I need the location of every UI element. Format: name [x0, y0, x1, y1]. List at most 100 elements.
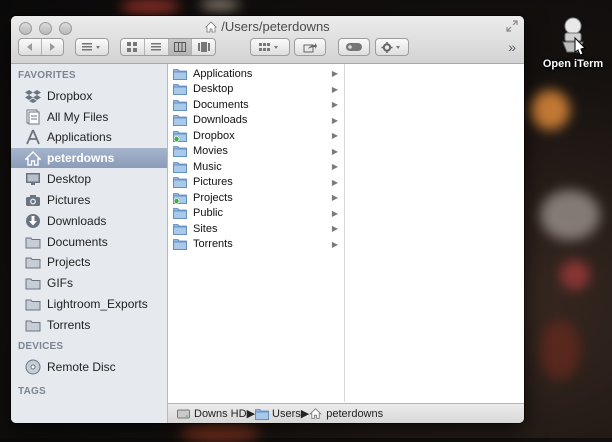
arrange-button[interactable]: [75, 38, 109, 56]
disclosure-arrow-icon: ▶: [331, 131, 338, 140]
background-light: [180, 422, 260, 442]
column-item-label: Projects: [193, 191, 233, 204]
open-iterm-label: Open iTerm: [542, 58, 604, 70]
folder-icon: [25, 254, 41, 270]
disclosure-arrow-icon: ▶: [331, 146, 338, 156]
folder-icon: [173, 68, 187, 80]
list-view-button[interactable]: [145, 39, 169, 55]
column-item-applications[interactable]: Applications ▶: [168, 66, 344, 81]
column-item-pictures[interactable]: Pictures ▶: [168, 175, 344, 190]
column-item-dropbox[interactable]: Dropbox ▶: [168, 128, 344, 143]
share-icon: [303, 42, 317, 52]
sidebar-item-dropbox[interactable]: Dropbox: [11, 86, 167, 106]
sidebar-item-torrents[interactable]: Torrents: [11, 315, 167, 335]
toolbar-overflow-button[interactable]: »: [508, 39, 516, 55]
list-view-icon: [151, 43, 162, 51]
path-segment-label: peterdowns: [326, 407, 384, 420]
folder-icon: [173, 83, 187, 95]
column-item-label: Public: [193, 207, 223, 219]
icon-view-button[interactable]: [121, 39, 145, 55]
sidebar-item-label: Lightroom_Exports: [47, 297, 148, 311]
icon-view-icon: [127, 42, 138, 52]
all-files-icon: [25, 109, 41, 125]
title-bar: /Users/peterdowns »: [11, 16, 524, 64]
open-iterm-desktop-item[interactable]: Open iTerm: [540, 16, 606, 70]
column-item-public[interactable]: Public ▶: [168, 206, 344, 221]
path-segment-downs-hd[interactable]: Downs HD: [177, 408, 247, 420]
back-forward-control: [18, 38, 64, 56]
disclosure-arrow-icon: ▶: [331, 193, 338, 202]
sidebar-item-label: All My Files: [47, 110, 109, 124]
column-item-label: Desktop: [193, 83, 234, 95]
column-item-projects[interactable]: Projects ▶: [168, 190, 344, 205]
camera-icon: [25, 192, 41, 208]
sidebar-item-gifs[interactable]: GIFs: [11, 273, 167, 293]
column-browser-column-2: [345, 64, 524, 402]
path-bar: Downs HD ▶ Users ▶ peterdowns: [168, 403, 524, 423]
path-segment-peterdowns[interactable]: peterdowns: [309, 408, 383, 420]
group-button[interactable]: [250, 38, 290, 56]
sidebar-item-downloads[interactable]: Downloads: [11, 211, 167, 231]
disclosure-arrow-icon: ▶: [331, 84, 338, 94]
sidebar-item-pictures[interactable]: Pictures: [11, 190, 167, 210]
column-item-movies[interactable]: Movies ▶: [168, 144, 344, 159]
column-item-label: Documents: [193, 98, 249, 111]
column-browser-column-1: Applications ▶ Desktop ▶ Documents ▶ Downloads…: [168, 64, 345, 402]
folder-icon: [173, 176, 187, 188]
tags-button[interactable]: [338, 38, 370, 56]
forward-button[interactable]: [42, 39, 64, 55]
favorites-header: FAVORITES: [18, 70, 76, 81]
back-button[interactable]: [19, 39, 42, 55]
folder-icon: [25, 234, 41, 250]
disc-icon: [25, 359, 41, 375]
background-light: [530, 90, 570, 130]
background-light: [120, 0, 180, 14]
column-view-button[interactable]: [168, 39, 193, 55]
path-segment-label: Downs HD: [194, 407, 247, 420]
sidebar-item-all-my-files[interactable]: All My Files: [11, 107, 167, 127]
column-item-downloads[interactable]: Downloads ▶: [168, 113, 344, 128]
sidebar-item-documents[interactable]: Documents: [11, 232, 167, 252]
column-item-documents[interactable]: Documents ▶: [168, 97, 344, 112]
folder-icon: [173, 238, 187, 250]
cover-flow-view-icon: [197, 42, 210, 52]
path-separator-icon: ▶: [300, 408, 310, 420]
sidebar-item-label: Documents: [47, 235, 108, 249]
desktop-icon: [25, 171, 41, 187]
sidebar-item-lightroom-exports[interactable]: Lightroom_Exports: [11, 294, 167, 314]
action-button[interactable]: [375, 38, 409, 56]
column-item-label: Dropbox: [193, 129, 235, 142]
window-title: /Users/peterdowns: [11, 19, 524, 34]
disclosure-arrow-icon: ▶: [331, 208, 338, 218]
folder-icon: [173, 161, 187, 173]
path-segment-users[interactable]: Users: [255, 408, 301, 420]
hard-drive-icon: [177, 408, 190, 419]
cover-flow-view-button[interactable]: [192, 39, 215, 55]
sidebar-item-label: Torrents: [47, 318, 91, 332]
sidebar-item-remote-disc[interactable]: Remote Disc: [11, 357, 167, 377]
folder-icon: [173, 207, 187, 219]
sidebar-item-peterdowns[interactable]: peterdowns: [11, 148, 167, 168]
share-button[interactable]: [294, 38, 326, 56]
column-item-label: Applications: [193, 67, 253, 80]
folder-icon: [173, 145, 187, 157]
path-segment-label: Users: [272, 407, 301, 420]
disclosure-arrow-icon: ▶: [331, 224, 338, 233]
sidebar-item-projects[interactable]: Projects: [11, 252, 167, 272]
sidebar-item-label: Downloads: [47, 214, 107, 228]
column-item-sites[interactable]: Sites ▶: [168, 221, 344, 236]
folder-icon: [173, 114, 187, 126]
column-item-label: Sites: [193, 222, 218, 235]
fullscreen-icon[interactable]: [506, 20, 518, 32]
group-icon: [259, 43, 278, 51]
column-item-music[interactable]: Music ▶: [168, 159, 344, 174]
sidebar-item-label: Remote Disc: [47, 360, 116, 374]
sidebar-item-desktop[interactable]: Desktop: [11, 169, 167, 189]
path-separator-icon: ▶: [246, 408, 256, 420]
sidebar-item-applications[interactable]: Applications: [11, 127, 167, 147]
tags-icon: [346, 43, 362, 51]
column-item-torrents[interactable]: Torrents ▶: [168, 237, 344, 252]
column-item-label: Torrents: [193, 238, 233, 250]
back-icon: [26, 43, 32, 51]
column-item-desktop[interactable]: Desktop ▶: [168, 82, 344, 97]
